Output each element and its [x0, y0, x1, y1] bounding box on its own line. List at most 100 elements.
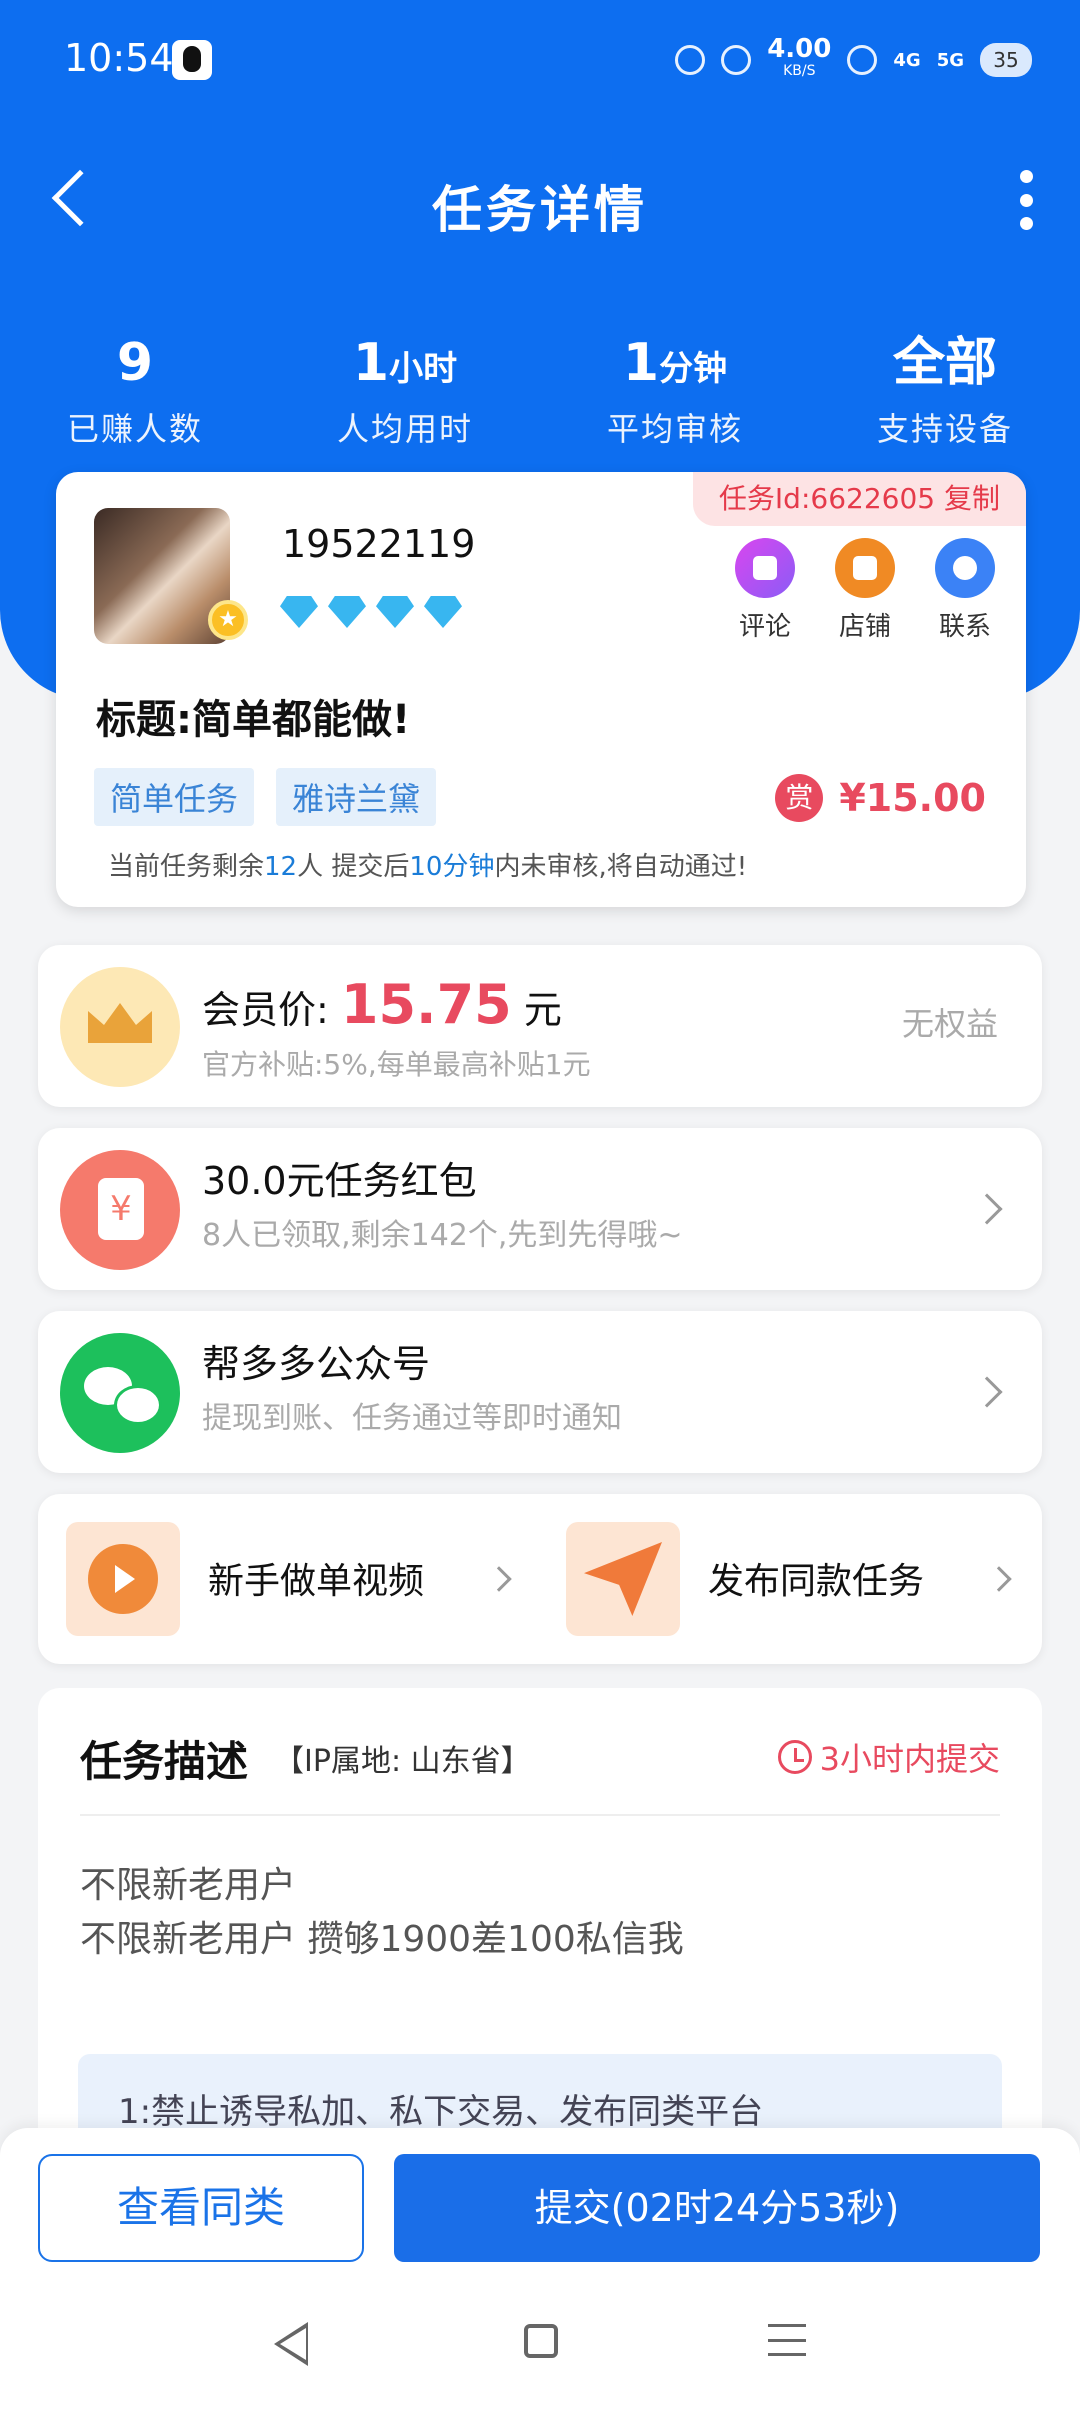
- divider: [80, 1814, 1000, 1816]
- shop-button[interactable]: 店铺: [834, 538, 896, 643]
- member-status: 无权益: [901, 1005, 998, 1043]
- task-stats: 9 已赚人数 1小时 人均用时 1分钟 平均审核 全部 支持设备: [0, 330, 1080, 450]
- stat-label: 平均审核: [606, 410, 743, 448]
- status-indicators: 4.00 KB/S 4G 5G 35: [675, 34, 1032, 82]
- member-price: 15.75: [340, 973, 512, 1036]
- stat-value: 1: [622, 333, 660, 393]
- qq-notification-icon: [172, 40, 212, 80]
- chat-icon: [935, 538, 995, 598]
- task-title: 标题:简单都能做!: [96, 697, 411, 743]
- member-subsidy-note: 官方补贴:5%,每单最高补贴1元: [202, 1048, 591, 1081]
- star-badge-icon: ★: [208, 600, 248, 640]
- note-prefix: 当前任务剩余: [108, 852, 265, 882]
- action-label: 店铺: [838, 612, 891, 642]
- signal-4g: 4G: [893, 49, 921, 71]
- stat-value: 全部: [892, 333, 997, 393]
- crown-icon: [60, 967, 180, 1087]
- publish-same-task-link[interactable]: 发布同款任务: [538, 1494, 1040, 1664]
- contact-button[interactable]: 联系: [934, 538, 996, 643]
- task-note: 当前任务剩余12人 提交后10分钟内未审核,将自动通过!: [108, 846, 747, 883]
- network-speed: 4.00 KB/S: [767, 34, 832, 82]
- diamond-icon: [424, 596, 462, 628]
- speed-value: 4.00: [767, 34, 832, 64]
- stat-label: 已赚人数: [66, 410, 203, 448]
- stat-unit: 小时: [389, 349, 458, 389]
- reward-amount: ¥15.00: [839, 776, 986, 820]
- deadline-text: 3小时内提交: [819, 1740, 1000, 1778]
- diamond-icon: [328, 596, 366, 628]
- view-similar-button[interactable]: 查看同类: [38, 2154, 364, 2262]
- member-label: 会员价:: [202, 988, 329, 1032]
- action-label: 联系: [938, 612, 991, 642]
- note-remaining: 12: [264, 852, 298, 882]
- chevron-right-icon: [971, 1376, 1003, 1408]
- diamond-icon: [376, 596, 414, 628]
- official-account-subtitle: 提现到账、任务通过等即时通知: [202, 1401, 622, 1436]
- system-menu-icon[interactable]: [768, 2324, 806, 2356]
- wechat-icon: [60, 1333, 180, 1453]
- quick-link-label: 发布同款任务: [708, 1561, 925, 1602]
- task-info-card: 任务Id:6622605 复制 ★ 19522119 评论 店铺 联系 标题:简…: [56, 472, 1026, 907]
- member-unit: 元: [523, 988, 562, 1032]
- shop-icon: [835, 538, 895, 598]
- beginner-video-link[interactable]: 新手做单视频: [38, 1494, 540, 1664]
- signal-5g: 5G: [936, 49, 964, 71]
- red-packet-icon: [60, 1150, 180, 1270]
- comment-button[interactable]: 评论: [734, 538, 796, 643]
- quick-link-label: 新手做单视频: [208, 1561, 425, 1602]
- note-suffix: 内未审核,将自动通过!: [494, 852, 748, 882]
- member-price-line: 会员价: 15.75 元: [202, 973, 562, 1036]
- tag-simple-task: 简单任务: [94, 768, 255, 826]
- description-line: 不限新老用户 攒够1900差100私信我: [80, 1919, 684, 1960]
- speed-unit: KB/S: [783, 63, 816, 79]
- bluetooth-icon: [721, 45, 752, 75]
- battery-icon: 35: [980, 43, 1032, 77]
- chevron-right-icon: [971, 1193, 1003, 1225]
- description-line: 不限新老用户: [80, 1865, 297, 1906]
- note-review-time: 10分钟: [409, 852, 495, 882]
- red-packet-title: 30.0元任务红包: [202, 1159, 477, 1203]
- action-label: 评论: [738, 612, 791, 642]
- stat-earned-count: 9 已赚人数: [0, 330, 270, 450]
- system-home-icon[interactable]: [524, 2324, 558, 2358]
- stat-label: 支持设备: [876, 410, 1013, 448]
- chevron-right-icon: [986, 1566, 1012, 1592]
- wifi-icon: [847, 45, 878, 75]
- send-icon: [566, 1522, 680, 1636]
- stat-value: 1: [352, 333, 390, 393]
- reward: 赏 ¥15.00: [775, 774, 986, 822]
- more-options-icon[interactable]: [1016, 170, 1036, 230]
- official-account-card[interactable]: 帮多多公众号 提现到账、任务通过等即时通知: [38, 1311, 1042, 1473]
- rule-text: 1:禁止诱导私加、私下交易、发布同类平台: [118, 2092, 764, 2132]
- stat-value: 9: [116, 333, 154, 393]
- page-title: 任务详情: [432, 181, 648, 239]
- submit-deadline: 3小时内提交: [777, 1734, 1000, 1780]
- top-nav: 任务详情: [0, 160, 1080, 240]
- alarm-icon: [675, 45, 706, 75]
- quick-links-card: 新手做单视频 发布同款任务: [38, 1494, 1042, 1664]
- tag-brand: 雅诗兰黛: [276, 768, 437, 826]
- stat-avg-review: 1分钟 平均审核: [540, 330, 810, 450]
- user-name: 19522119: [282, 522, 476, 566]
- official-account-title: 帮多多公众号: [202, 1342, 431, 1386]
- submit-button[interactable]: 提交(02时24分53秒): [394, 2154, 1040, 2262]
- task-actions: 评论 店铺 联系: [734, 538, 996, 643]
- member-price-card[interactable]: 会员价: 15.75 元 官方补贴:5%,每单最高补贴1元 无权益: [38, 945, 1042, 1107]
- stat-label: 人均用时: [336, 410, 473, 448]
- description-title: 任务描述: [80, 1737, 249, 1786]
- status-bar: 10:54 4.00 KB/S 4G 5G 35: [0, 0, 1080, 120]
- red-packet-card[interactable]: 30.0元任务红包 8人已领取,剩余142个,先到先得哦~: [38, 1128, 1042, 1290]
- system-back-icon[interactable]: [274, 2322, 308, 2366]
- status-time: 10:54: [64, 36, 174, 80]
- stat-devices: 全部 支持设备: [810, 330, 1080, 450]
- play-video-icon: [66, 1522, 180, 1636]
- clock-icon: [777, 1740, 812, 1774]
- chevron-right-icon: [486, 1566, 512, 1592]
- reward-badge-icon: 赏: [775, 774, 824, 822]
- note-mid: 人 提交后: [297, 852, 410, 882]
- stat-avg-time: 1小时 人均用时: [270, 330, 540, 450]
- ip-location: 【IP属地: 山东省】: [274, 1744, 531, 1779]
- task-id-copy-button[interactable]: 任务Id:6622605 复制: [692, 472, 1026, 526]
- stat-unit: 分钟: [659, 349, 728, 389]
- comment-icon: [735, 538, 795, 598]
